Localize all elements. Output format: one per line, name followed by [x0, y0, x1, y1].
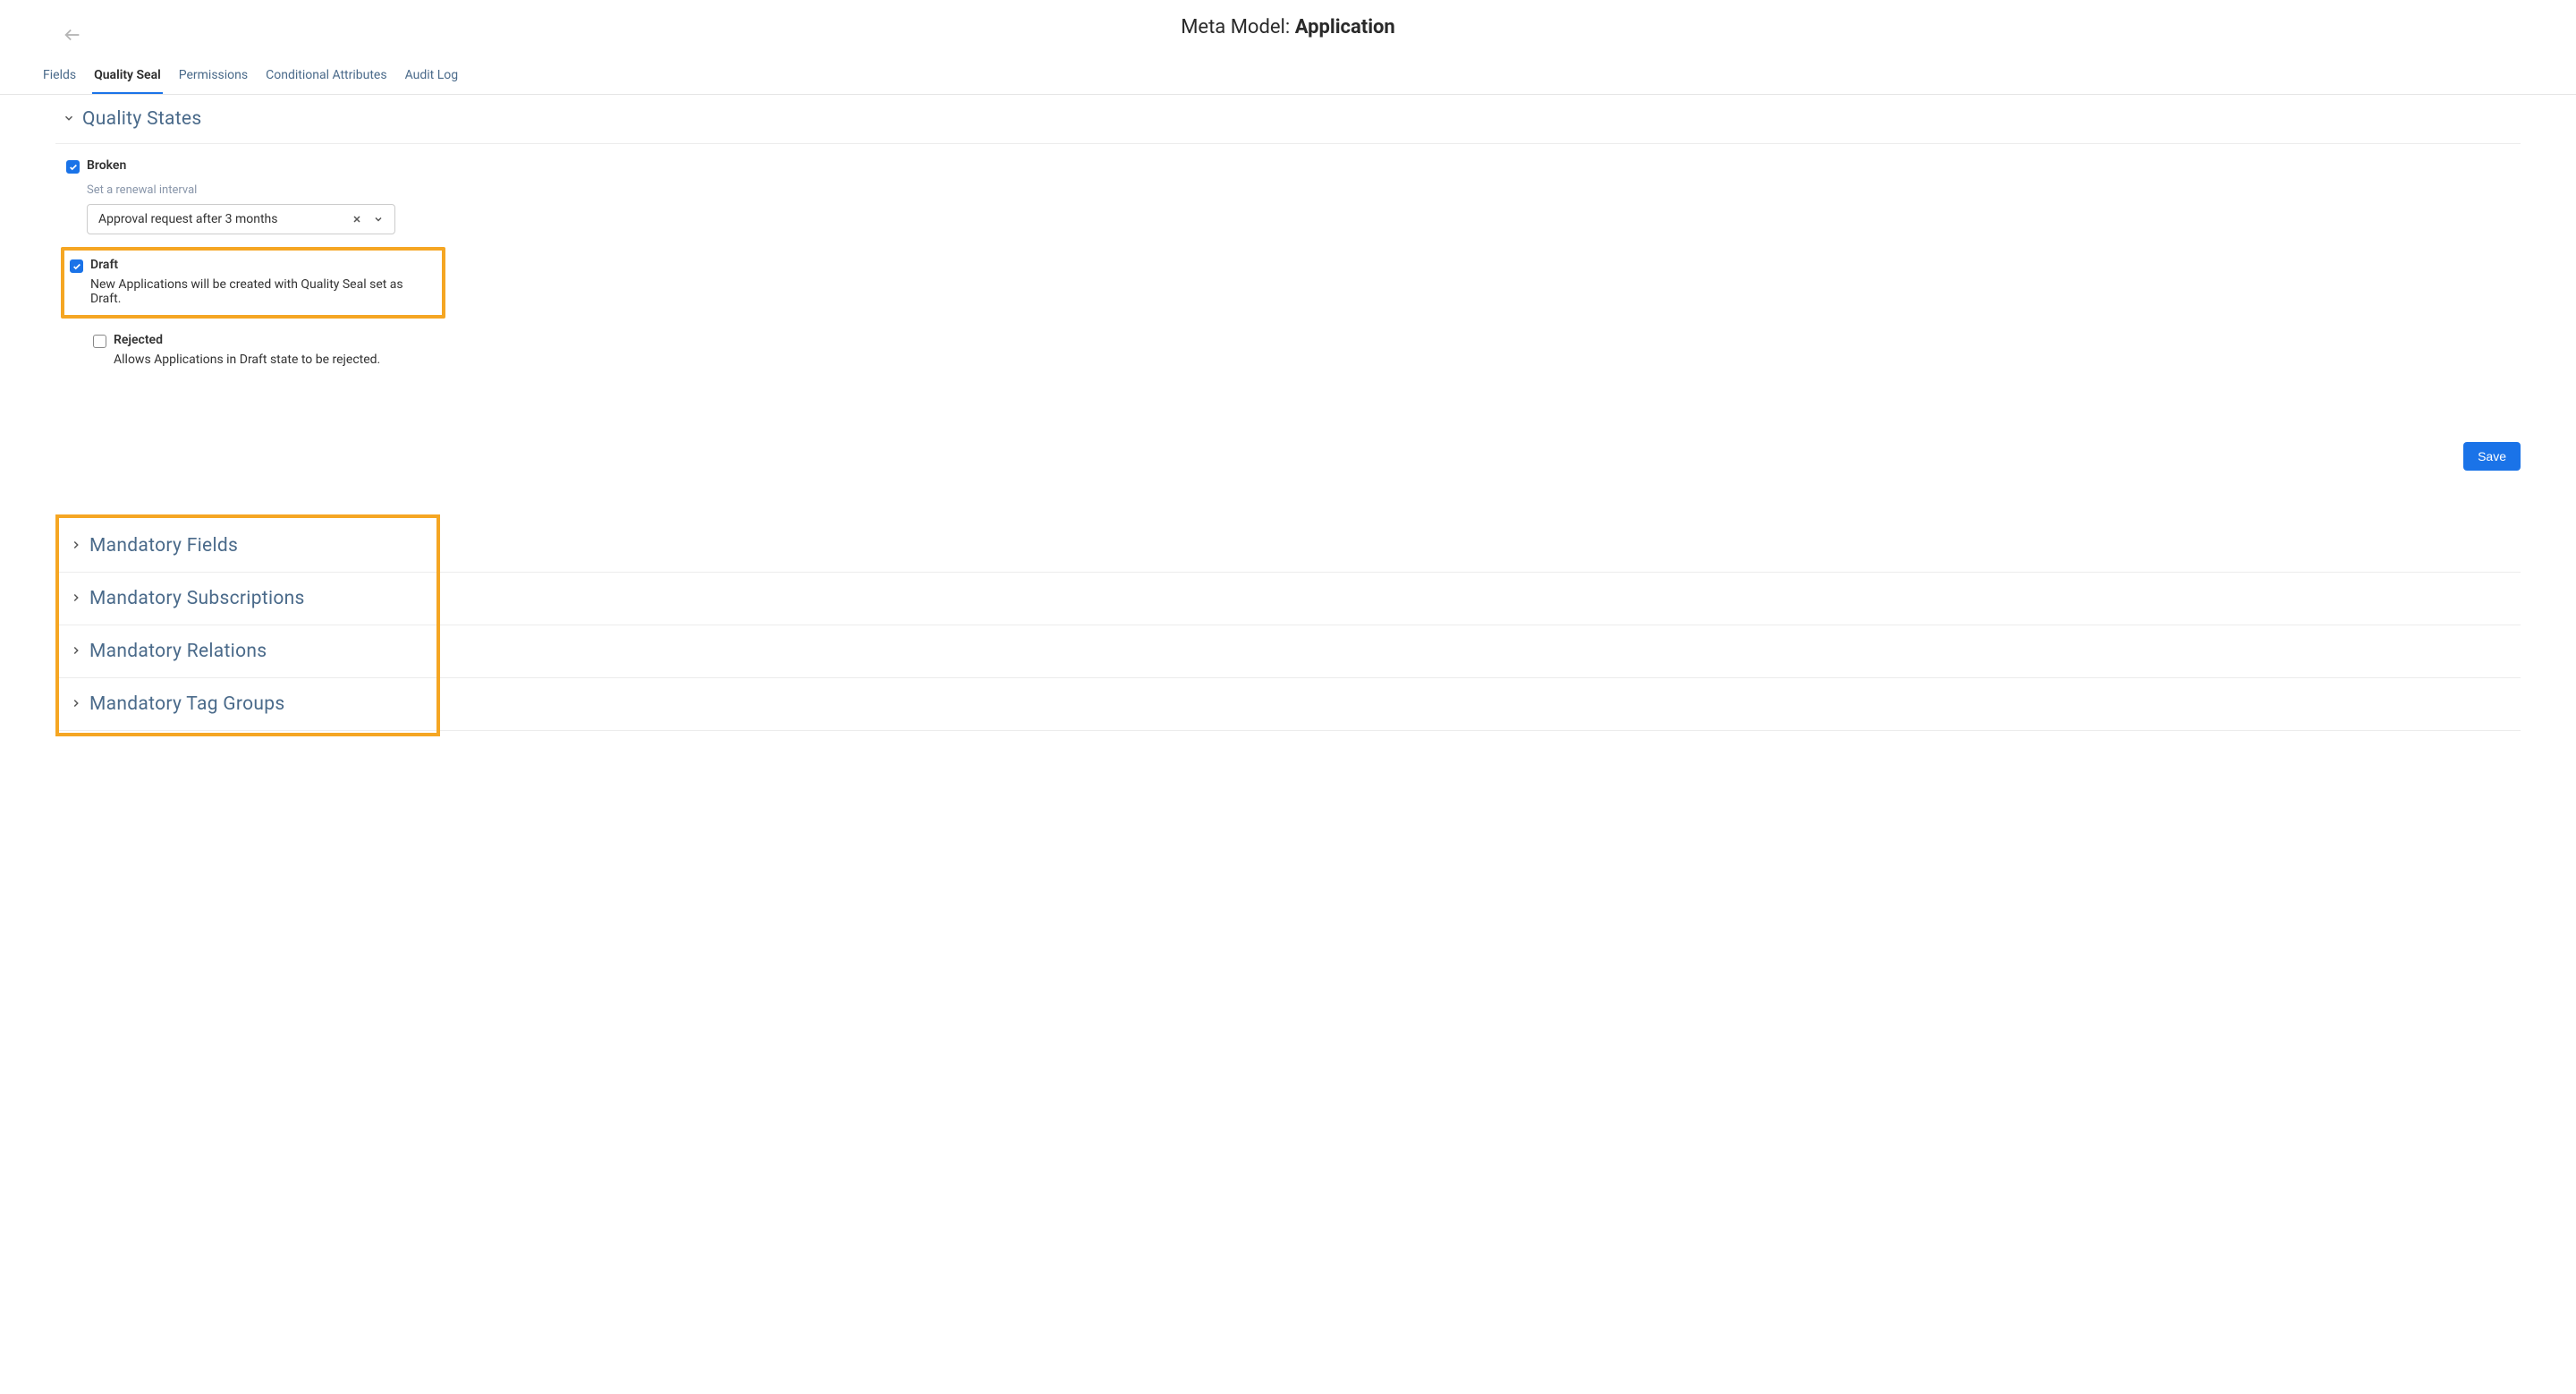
chevron-down-icon: [63, 111, 75, 128]
save-button[interactable]: Save: [2463, 442, 2521, 471]
draft-description: New Applications will be created with Qu…: [90, 277, 436, 306]
tab-fields[interactable]: Fields: [41, 60, 78, 94]
save-row: Save: [55, 442, 2521, 471]
renewal-interval-select[interactable]: Approval request after 3 months: [87, 204, 395, 234]
section-header-mandatory-relations[interactable]: Mandatory Relations: [55, 625, 2521, 677]
quality-states-body: Broken Set a renewal interval Approval r…: [55, 144, 2521, 397]
section-mandatory-fields: Mandatory Fields: [55, 520, 2521, 573]
chevron-right-icon: [70, 538, 82, 555]
draft-checkbox[interactable]: [70, 259, 83, 273]
tab-conditional-attributes[interactable]: Conditional Attributes: [264, 60, 388, 94]
clear-icon[interactable]: [346, 214, 368, 225]
main-content: Quality States Broken Set a renewal inte…: [0, 95, 2576, 767]
section-title-mandatory-subscriptions: Mandatory Subscriptions: [89, 588, 305, 609]
page-title-name: Application: [1295, 16, 1395, 38]
tab-audit-log[interactable]: Audit Log: [403, 60, 461, 94]
section-header-mandatory-tag-groups[interactable]: Mandatory Tag Groups: [55, 678, 2521, 730]
broken-content: Broken Set a renewal interval Approval r…: [87, 158, 2510, 234]
section-quality-states: Quality States: [55, 95, 2521, 144]
tab-bar: Fields Quality Seal Permissions Conditio…: [0, 60, 2576, 94]
page-title-prefix: Meta Model:: [1181, 16, 1294, 38]
rejected-content: Rejected Allows Applications in Draft st…: [114, 333, 2510, 367]
section-title-mandatory-relations: Mandatory Relations: [89, 641, 267, 662]
page-title: Meta Model: Application: [0, 16, 2576, 47]
section-header-mandatory-fields[interactable]: Mandatory Fields: [55, 520, 2521, 572]
draft-row: Draft New Applications will be created w…: [70, 258, 436, 306]
broken-row: Broken Set a renewal interval Approval r…: [55, 153, 2521, 238]
chevron-right-icon: [70, 591, 82, 608]
section-header-quality-states[interactable]: Quality States: [55, 95, 2521, 143]
back-arrow-icon[interactable]: [63, 25, 82, 48]
rejected-description: Allows Applications in Draft state to be…: [114, 353, 2510, 367]
section-title-mandatory-fields: Mandatory Fields: [89, 535, 238, 557]
section-mandatory-tag-groups: Mandatory Tag Groups: [55, 678, 2521, 731]
draft-content: Draft New Applications will be created w…: [90, 258, 436, 306]
section-mandatory-subscriptions: Mandatory Subscriptions: [55, 573, 2521, 625]
chevron-right-icon: [70, 643, 82, 660]
page-header: Meta Model: Application Fields Quality S…: [0, 0, 2576, 95]
rejected-checkbox[interactable]: [93, 335, 106, 348]
section-title-quality-states: Quality States: [82, 108, 201, 130]
chevron-right-icon: [70, 696, 82, 713]
section-header-mandatory-subscriptions[interactable]: Mandatory Subscriptions: [55, 573, 2521, 625]
draft-label: Draft: [90, 258, 436, 272]
section-mandatory-relations: Mandatory Relations: [55, 625, 2521, 678]
broken-label: Broken: [87, 158, 2510, 173]
rejected-row: Rejected Allows Applications in Draft st…: [55, 327, 2521, 370]
tab-quality-seal[interactable]: Quality Seal: [92, 60, 163, 94]
broken-checkbox[interactable]: [66, 160, 80, 174]
rejected-label: Rejected: [114, 333, 2510, 347]
broken-sublabel: Set a renewal interval: [87, 183, 2510, 197]
chevron-down-icon: [368, 214, 394, 225]
draft-highlight-box: Draft New Applications will be created w…: [61, 247, 445, 319]
renewal-interval-value: Approval request after 3 months: [88, 212, 346, 226]
tab-permissions[interactable]: Permissions: [177, 60, 250, 94]
section-title-mandatory-tag-groups: Mandatory Tag Groups: [89, 693, 285, 715]
mandatory-sections-wrapper: Mandatory Fields Mandatory Subscriptions: [55, 520, 2521, 731]
